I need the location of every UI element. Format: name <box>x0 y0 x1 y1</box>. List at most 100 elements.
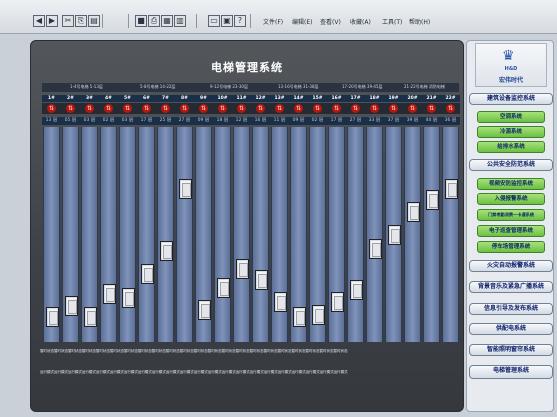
direction-arrow-icon: ⇅ <box>275 104 284 113</box>
back-icon[interactable]: ◀ <box>33 15 45 27</box>
direction-arrow-icon: ⇅ <box>142 104 151 113</box>
grid-icon[interactable]: ▭ <box>208 15 220 27</box>
direction-indicator: ⇅ <box>80 103 99 114</box>
elevator-column[interactable]: 2# ⇅ 05 层 <box>61 95 80 342</box>
nav-item-9[interactable]: 停车场管理系统 <box>477 241 545 253</box>
menu-item-0[interactable]: 文件(F) <box>263 17 283 26</box>
elevator-car[interactable] <box>236 259 249 279</box>
nav-item-2[interactable]: 冷源系统 <box>477 126 545 138</box>
elevator-car[interactable] <box>312 305 325 325</box>
elevator-car[interactable] <box>255 270 268 290</box>
elevator-car[interactable] <box>274 292 287 312</box>
forward-icon[interactable]: ▶ <box>46 15 58 27</box>
elevator-car[interactable] <box>426 190 439 210</box>
window-icon[interactable]: ▣ <box>221 15 233 27</box>
paste-icon[interactable]: ▤ <box>88 15 100 27</box>
elevator-column[interactable]: 14# ⇅ 09 层 <box>289 95 308 342</box>
elevator-column[interactable]: 11# ⇅ 12 层 <box>232 95 251 342</box>
elevator-column[interactable]: 12# ⇅ 16 层 <box>251 95 270 342</box>
elevator-column[interactable]: 9# ⇅ 09 层 <box>194 95 213 342</box>
elevator-column[interactable]: 6# ⇅ 17 层 <box>137 95 156 342</box>
elevator-column[interactable]: 18# ⇅ 33 层 <box>365 95 384 342</box>
nav-category-10[interactable]: 火灾自动报警系统 <box>469 260 553 272</box>
direction-indicator: ⇅ <box>232 103 251 114</box>
menu-item-2[interactable]: 查看(V) <box>320 17 341 26</box>
nav-item-8[interactable]: 电子巡查管理系统 <box>477 225 545 237</box>
elevator-column[interactable]: 13# ⇅ 11 层 <box>270 95 289 342</box>
nav-category-13[interactable]: 供配电系统 <box>469 323 553 335</box>
elevator-car[interactable] <box>160 241 173 261</box>
elevator-car[interactable] <box>445 179 458 199</box>
elevator-car[interactable] <box>407 202 420 222</box>
menu-item-4[interactable]: 工具(T) <box>382 17 402 26</box>
elevator-column[interactable]: 10# ⇅ 18 层 <box>213 95 232 342</box>
elevator-shaft <box>195 127 212 342</box>
elevator-column[interactable]: 17# ⇅ 27 层 <box>346 95 365 342</box>
elevator-car[interactable] <box>217 278 230 298</box>
elevator-shaft <box>271 127 288 342</box>
elevator-car[interactable] <box>122 288 135 308</box>
elevator-column[interactable]: 15# ⇅ 02 层 <box>308 95 327 342</box>
elevator-column[interactable]: 8# ⇅ 27 层 <box>175 95 194 342</box>
elevator-car[interactable] <box>65 296 78 316</box>
nav-category-0[interactable]: 建筑设备监控系统 <box>469 93 553 105</box>
nav-category-14[interactable]: 智能照明窗帘系统 <box>469 344 553 356</box>
elevator-car[interactable] <box>293 307 306 327</box>
elevator-car[interactable] <box>198 300 211 320</box>
menu-item-1[interactable]: 编辑(E) <box>292 17 312 26</box>
nav-item-5[interactable]: 视频安防监控系统 <box>477 178 545 190</box>
elevator-column[interactable]: 16# ⇅ 17 层 <box>327 95 346 342</box>
elevator-column[interactable]: 4# ⇅ 02 层 <box>99 95 118 342</box>
direction-indicator: ⇅ <box>441 103 460 114</box>
menu-item-3[interactable]: 收藏(A) <box>350 17 371 26</box>
nav-category-12[interactable]: 信息引导及发布系统 <box>469 303 553 315</box>
elevator-column[interactable]: 21# ⇅ 44 层 <box>422 95 441 342</box>
nav-item-7[interactable]: 门禁考勤消费一卡通系统 <box>477 209 545 221</box>
nav-item-6[interactable]: 入侵报警系统 <box>477 193 545 205</box>
elevator-car[interactable] <box>103 284 116 304</box>
elevator-car[interactable] <box>46 307 59 327</box>
direction-arrow-icon: ⇅ <box>313 104 322 113</box>
elevator-car[interactable] <box>141 264 154 284</box>
direction-arrow-icon: ⇅ <box>294 104 303 113</box>
elevator-id: 2# <box>61 95 80 102</box>
menu-item-5[interactable]: 帮助(H) <box>409 17 430 26</box>
shaft-icon[interactable]: ▥ <box>174 15 186 27</box>
elevator-car[interactable] <box>388 225 401 245</box>
elevator-car[interactable] <box>179 179 192 199</box>
status-row: 暂时状态暂时状态暂时状态暂时状态暂时状态暂时状态暂时状态暂时状态暂时状态暂时状态… <box>40 349 348 353</box>
elevator-id: 21# <box>422 95 441 102</box>
direction-arrow-icon: ⇅ <box>47 104 56 113</box>
elevator-column[interactable]: 20# ⇅ 39 层 <box>403 95 422 342</box>
elevator-column[interactable]: 1# ⇅ 13 层 <box>42 95 61 342</box>
elevator-car[interactable] <box>369 239 382 259</box>
elevator-column[interactable]: 7# ⇅ 25 层 <box>156 95 175 342</box>
elevator-group-label: 17-20号电梯 39-45层 <box>342 84 383 89</box>
elevator-column[interactable]: 5# ⇅ 03 层 <box>118 95 137 342</box>
save-icon[interactable]: ■ <box>135 15 147 27</box>
copy-icon[interactable]: ⎘ <box>75 15 87 27</box>
nav-category-15[interactable]: 电梯管理系统 <box>469 365 553 379</box>
elevator-car[interactable] <box>350 280 363 300</box>
nav-item-3[interactable]: 给排水系统 <box>477 141 545 153</box>
elevator-column[interactable]: 19# ⇅ 37 层 <box>384 95 403 342</box>
help-icon[interactable]: ? <box>234 15 246 27</box>
elevator-id: 10# <box>213 95 232 102</box>
elevator-car[interactable] <box>331 292 344 312</box>
print-preview-icon[interactable]: ▦ <box>161 15 173 27</box>
cut-icon[interactable]: ✂ <box>62 15 74 27</box>
elevator-car[interactable] <box>84 307 97 327</box>
print-icon[interactable]: ⎙ <box>148 15 160 27</box>
direction-indicator: ⇅ <box>365 103 384 114</box>
elevator-column[interactable]: 3# ⇅ 03 层 <box>80 95 99 342</box>
nav-category-4[interactable]: 公共安全防范系统 <box>469 159 553 171</box>
nav-item-1[interactable]: 空调系统 <box>477 111 545 123</box>
direction-arrow-icon: ⇅ <box>446 104 455 113</box>
elevator-column[interactable]: 22# ⇅ 36 层 <box>441 95 460 342</box>
current-floor: 12 层 <box>232 117 251 125</box>
direction-arrow-icon: ⇅ <box>237 104 246 113</box>
nav-category-11[interactable]: 背景音乐及紧急广播系统 <box>469 281 553 293</box>
current-floor: 18 层 <box>213 117 232 125</box>
app-window: ◀ ▶ ✂ ⎘ ▤ ■ ⎙ ▦ ▥ ▭ ▣? 文件(F) 编辑(E) 查看(V) 收藏(A) 工具(T) 帮助(… <box>0 0 557 417</box>
elevator-shaft <box>290 127 307 342</box>
